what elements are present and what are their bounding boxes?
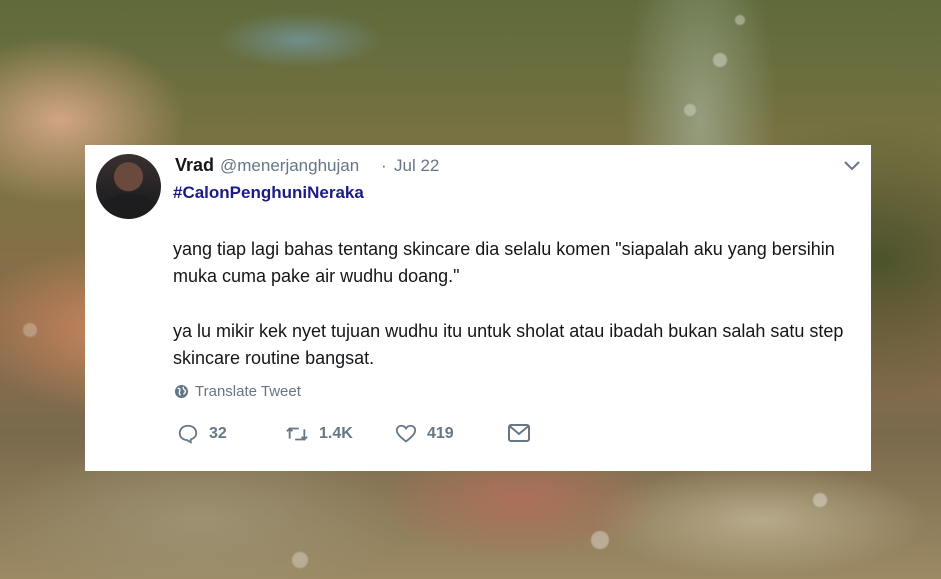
reply-icon xyxy=(177,423,199,445)
tweet-card: Vrad @menerjanghujan · Jul 22 #CalonPeng… xyxy=(85,145,871,471)
tweet-text-paragraph-2: ya lu mikir kek nyet tujuan wudhu itu un… xyxy=(173,321,844,368)
user-handle[interactable]: @menerjanghujan xyxy=(220,156,359,176)
avatar[interactable] xyxy=(96,154,161,219)
retweet-icon xyxy=(285,423,309,445)
reply-button[interactable]: 32 xyxy=(177,423,227,445)
globe-icon xyxy=(174,384,189,399)
separator: · xyxy=(381,156,387,175)
heart-icon xyxy=(395,423,417,445)
direct-message-button[interactable] xyxy=(507,423,531,443)
like-button[interactable]: 419 xyxy=(395,423,454,445)
translate-tweet-button[interactable]: Translate Tweet xyxy=(174,383,301,400)
translate-label: Translate Tweet xyxy=(195,383,301,400)
envelope-icon xyxy=(507,423,531,443)
tweet-date[interactable]: Jul 22 xyxy=(394,156,439,176)
like-count: 419 xyxy=(427,425,454,442)
hashtag-link[interactable]: #CalonPenghuniNeraka xyxy=(173,183,364,203)
retweet-button[interactable]: 1.4K xyxy=(285,423,353,445)
reply-count: 32 xyxy=(209,425,227,442)
display-name[interactable]: Vrad xyxy=(175,155,214,176)
chevron-down-icon[interactable] xyxy=(843,159,861,173)
tweet-text-paragraph-1: yang tiap lagi bahas tentang skincare di… xyxy=(173,239,835,286)
retweet-count: 1.4K xyxy=(319,425,353,442)
